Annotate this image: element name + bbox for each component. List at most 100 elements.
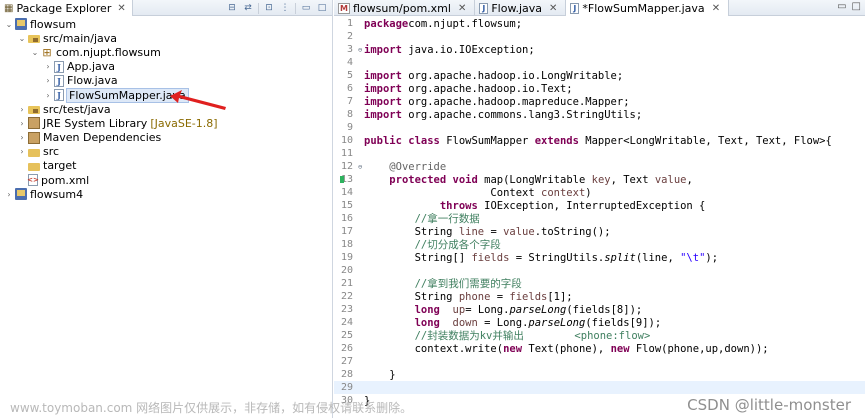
code-line[interactable]: 26 context.write(new Text(phone), new Fl… (334, 342, 865, 355)
close-icon[interactable]: ✕ (712, 3, 720, 14)
close-icon[interactable]: ✕ (549, 3, 557, 14)
maximize-icon[interactable]: □ (316, 2, 328, 14)
expanded-chevron-icon[interactable]: ⌄ (30, 48, 40, 57)
code-text: //拿到我们需要的字段 (364, 276, 522, 291)
collapsed-chevron-icon[interactable]: › (4, 190, 14, 199)
code-token: org.apache.hadoop.mapreduce.Mapper; (401, 95, 630, 108)
editor-tab[interactable]: J *FlowSumMapper.java ✕ (566, 0, 730, 16)
collapsed-chevron-icon[interactable]: › (17, 119, 27, 128)
library-icon (28, 117, 40, 130)
tree-item[interactable]: ⌄ flowsum (0, 17, 332, 31)
tree-item-label: FlowSumMapper.java (69, 88, 186, 102)
code-line[interactable]: 7 import org.apache.hadoop.mapreduce.Mapp… (334, 95, 865, 108)
code-line[interactable]: 3 ⊖ import java.io.IOException; (334, 43, 865, 56)
tree-item[interactable]: › JRE System Library [JavaSE-1.8] (0, 116, 332, 130)
code-line[interactable]: 22 String phone = fields[1]; (334, 290, 865, 303)
code-token: IOException, InterruptedException { (477, 199, 706, 212)
expanded-chevron-icon[interactable]: ⌄ (17, 34, 27, 43)
code-token: long (414, 316, 440, 329)
package-explorer-tab[interactable]: ▦ Package Explorer ✕ (0, 0, 133, 16)
code-line[interactable]: 27 (334, 355, 865, 368)
code-text: long down = Long.parseLong(fields[9]); (364, 316, 662, 329)
code-token: long (414, 303, 440, 316)
code-text: //拿一行数据 (364, 211, 480, 226)
tree-item[interactable]: ⌄ src/main/java (0, 31, 332, 45)
view-menu-icon[interactable]: ⋮ (279, 2, 291, 14)
code-line[interactable]: 10 public class FlowSumMapper extends Map… (334, 134, 865, 147)
library-icon (28, 131, 40, 144)
tree-item[interactable]: › J App.java (0, 60, 332, 74)
code-line[interactable]: 25 //封装数据为kv并输出 <phone:flow> (334, 329, 865, 342)
collapsed-chevron-icon[interactable]: › (17, 147, 27, 156)
line-number: 14 (340, 187, 353, 198)
code-line[interactable]: 4 (334, 56, 865, 69)
code-text: //切分成各个字段 (364, 237, 501, 252)
tree-item[interactable]: › src/test/java (0, 102, 332, 116)
tree-item[interactable]: › src (0, 145, 332, 159)
tree-item[interactable]: › Maven Dependencies (0, 131, 332, 145)
code-line[interactable]: 2 (334, 30, 865, 43)
link-with-editor-icon[interactable]: ⇄ (242, 2, 254, 14)
tree-item[interactable]: › flowsum4 (0, 187, 332, 201)
expanded-chevron-icon[interactable]: ⌄ (4, 20, 14, 29)
minimize-icon[interactable]: ▭ (300, 2, 312, 14)
package-explorer-view: ▦ Package Explorer ✕ ⊟ ⇄ ⊡ ⋮ ▭ □ ⌄ flowsu… (0, 0, 333, 418)
code-token: import (364, 69, 402, 82)
code-text: String phone = fields[1]; (364, 291, 573, 303)
code-area[interactable]: 1 packagecom.njupt.flowsum; 2 3 ⊖ import java… (334, 17, 865, 418)
code-text: long up= Long.parseLong(fields[8]); (364, 303, 643, 316)
code-line[interactable]: 1 packagecom.njupt.flowsum; (334, 17, 865, 30)
code-token: key (591, 173, 611, 186)
editor-tab[interactable]: Mflowsum/pom.xml ✕ (334, 0, 476, 16)
close-icon[interactable]: ✕ (458, 3, 466, 14)
focus-icon[interactable]: ⊡ (263, 2, 275, 14)
code-line[interactable]: 11 (334, 147, 865, 160)
toolbar-divider (258, 2, 259, 14)
tree-item[interactable]: <> pom.xml (0, 173, 332, 187)
code-line[interactable]: 28 } (334, 368, 865, 381)
close-icon[interactable]: ✕ (117, 3, 125, 14)
override-marker-icon[interactable] (340, 176, 344, 183)
code-line[interactable]: 5 import org.apache.hadoop.io.LongWritabl… (334, 69, 865, 82)
code-token: down (452, 316, 478, 329)
collapsed-chevron-icon[interactable]: › (43, 76, 53, 85)
code-token: } (364, 368, 396, 381)
code-line[interactable]: 18 //切分成各个字段 (334, 238, 865, 251)
line-number: 6 (346, 83, 353, 94)
editor-tab[interactable]: J Flow.java ✕ (475, 0, 567, 16)
minimize-icon[interactable]: ▭ (837, 1, 846, 12)
code-token: java.io.IOException; (401, 43, 535, 56)
package-explorer-tab-label: Package Explorer (16, 1, 112, 15)
collapse-all-icon[interactable]: ⊟ (226, 2, 238, 14)
tree-item[interactable]: › J Flow.java (0, 74, 332, 88)
code-line[interactable]: 9 (334, 121, 865, 134)
code-line[interactable]: 8 import org.apache.commons.lang3.StringU… (334, 108, 865, 121)
collapsed-chevron-icon[interactable]: › (43, 91, 53, 100)
code-line[interactable]: 13 protected void map(LongWritable key, … (334, 173, 865, 186)
code-line[interactable]: 16 //拿一行数据 (334, 212, 865, 225)
collapsed-chevron-icon[interactable]: › (17, 105, 27, 114)
code-token: , (686, 173, 693, 186)
tree-item[interactable]: › J FlowSumMapper.java (0, 87, 332, 103)
code-line[interactable]: 14 Context context) (334, 186, 865, 199)
code-line[interactable]: 6 import org.apache.hadoop.io.Text; (334, 82, 865, 95)
package-explorer-tabbar: ▦ Package Explorer ✕ ⊟ ⇄ ⊡ ⋮ ▭ □ (0, 0, 332, 16)
source-folder-icon (28, 32, 40, 44)
collapsed-chevron-icon[interactable]: › (43, 62, 53, 71)
java-file-icon: J (54, 74, 64, 87)
code-line[interactable]: 21 //拿到我们需要的字段 (334, 277, 865, 290)
line-number: 1 (346, 18, 353, 29)
editor-tab-label: flowsum/pom.xml (352, 1, 451, 15)
tree-item[interactable]: ⌄ ⊞ com.njupt.flowsum (0, 45, 332, 59)
tree-item[interactable]: target (0, 159, 332, 173)
maximize-icon[interactable]: □ (852, 1, 861, 12)
collapsed-chevron-icon[interactable]: › (17, 133, 27, 142)
code-token: protected (389, 173, 447, 186)
code-line[interactable]: 12 ⊖ @Override (334, 160, 865, 173)
code-line[interactable]: 29 (334, 381, 865, 394)
code-token: org.apache.commons.lang3.StringUtils; (401, 108, 643, 121)
code-line[interactable]: 19 String[] fields = StringUtils.split(l… (334, 251, 865, 264)
code-line[interactable]: 23 long up= Long.parseLong(fields[8]); (334, 303, 865, 316)
